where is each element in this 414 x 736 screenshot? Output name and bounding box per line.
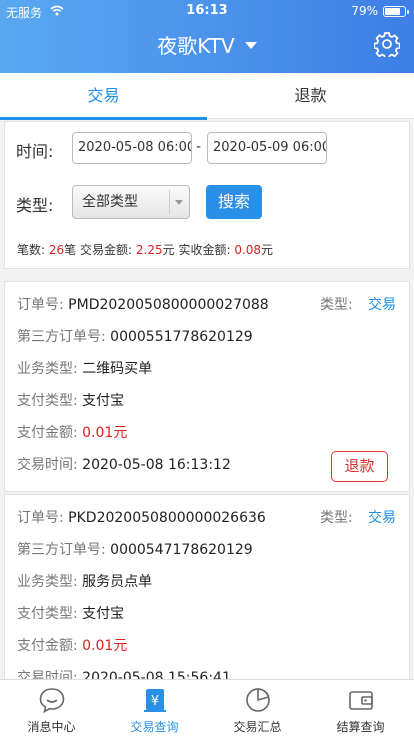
time-label: 时间: bbox=[16, 142, 54, 161]
received-value: 0.08 bbox=[234, 243, 262, 257]
biz-type-label: 业务类型: bbox=[17, 361, 78, 377]
store-selector[interactable]: 夜歌KTV bbox=[0, 30, 414, 59]
nav-trade-summary-label: 交易汇总 bbox=[233, 720, 282, 734]
third-party-row: 第三方订单号: 0000551778620129 bbox=[17, 326, 253, 346]
type-field-value: 交易 bbox=[368, 297, 396, 313]
type-select[interactable]: 全部类型 bbox=[72, 185, 190, 219]
nav-settlement-label: 结算查询 bbox=[336, 720, 385, 734]
third-party-row: 第三方订单号: 0000547178620129 bbox=[17, 539, 253, 559]
pay-type-row: 支付类型: 支付宝 bbox=[17, 390, 124, 410]
nav-trade-query-label: 交易查询 bbox=[130, 720, 179, 734]
type-field-label: 类型: bbox=[320, 510, 353, 526]
nav-trade-summary[interactable]: 交易汇总 bbox=[206, 680, 309, 736]
pay-type-label: 支付类型: bbox=[17, 606, 78, 622]
time-separator: - bbox=[196, 139, 202, 155]
tab-trade[interactable]: 交易 bbox=[0, 73, 207, 120]
pie-chart-icon bbox=[246, 688, 270, 712]
tab-refund[interactable]: 退款 bbox=[207, 73, 414, 119]
received-unit: 元 bbox=[261, 243, 274, 257]
battery-percent: 79% bbox=[351, 4, 378, 18]
status-bar: 无服务 16:13 79% bbox=[0, 0, 414, 22]
count-unit: 笔 bbox=[64, 243, 77, 257]
amount-value: 2.25 bbox=[135, 243, 163, 257]
transaction-card[interactable]: 订单号: PKD2020050800000026636 类型: 交易 第三方订单… bbox=[4, 494, 410, 686]
biz-type-label: 业务类型: bbox=[17, 574, 78, 590]
transaction-card[interactable]: 订单号: PMD2020050800000027088 类型: 交易 第三方订单… bbox=[4, 281, 410, 492]
filter-panel: 时间: 2020-05-08 06:00 - 2020-05-09 06:00 … bbox=[4, 121, 410, 269]
nav-messages[interactable]: 消息中心 bbox=[0, 680, 103, 736]
biz-type-value: 二维码买单 bbox=[82, 361, 153, 377]
bottom-nav: 消息中心 ¥ 交易查询 交易汇总 结算查询 bbox=[0, 679, 414, 736]
chat-bubble-icon bbox=[39, 688, 65, 714]
battery-level-fill bbox=[385, 8, 400, 15]
third-party-label: 第三方订单号: bbox=[17, 329, 106, 345]
pay-amount-row: 支付金额: 0.01元 bbox=[17, 422, 127, 442]
tab-bar: 交易 退款 bbox=[0, 73, 414, 120]
end-time-field[interactable]: 2020-05-09 06:00 bbox=[207, 132, 327, 164]
dropdown-caret-icon[interactable] bbox=[244, 42, 257, 49]
header-bar: 无服务 16:13 79% 夜歌KTV bbox=[0, 0, 414, 73]
trade-time-label: 交易时间: bbox=[17, 457, 78, 473]
pay-amount-row: 支付金额: 0.01元 bbox=[17, 635, 127, 655]
nav-trade-query[interactable]: ¥ 交易查询 bbox=[103, 680, 206, 736]
type-field-value: 交易 bbox=[368, 510, 396, 526]
biz-type-value: 服务员点单 bbox=[82, 574, 153, 590]
third-party-value: 0000547178620129 bbox=[110, 542, 253, 558]
nav-messages-label: 消息中心 bbox=[27, 720, 76, 734]
store-title[interactable]: 夜歌KTV bbox=[157, 34, 234, 58]
type-select-value: 全部类型 bbox=[82, 194, 138, 210]
trade-time-value: 2020-05-08 16:13:12 bbox=[82, 457, 231, 473]
third-party-label: 第三方订单号: bbox=[17, 542, 106, 558]
pay-type-row: 支付类型: 支付宝 bbox=[17, 603, 124, 623]
received-label: 实收金额: bbox=[178, 243, 231, 257]
gear-icon[interactable] bbox=[374, 31, 400, 57]
pay-amount-label: 支付金额: bbox=[17, 638, 78, 654]
third-party-value: 0000551778620129 bbox=[110, 329, 253, 345]
amount-unit: 元 bbox=[162, 243, 175, 257]
type-field-label: 类型: bbox=[320, 297, 353, 313]
count-label: 笔数: bbox=[17, 243, 46, 257]
order-no-value: PKD2020050800000026636 bbox=[68, 510, 266, 526]
pay-amount-value: 0.01元 bbox=[82, 425, 128, 441]
order-no-row: 订单号: PMD2020050800000027088 bbox=[17, 294, 269, 314]
svg-text:¥: ¥ bbox=[151, 694, 159, 709]
search-button[interactable]: 搜索 bbox=[206, 185, 262, 219]
order-no-row: 订单号: PKD2020050800000026636 bbox=[17, 507, 266, 527]
biz-type-row: 业务类型: 服务员点单 bbox=[17, 571, 152, 591]
summary-line: 笔数: 26笔 交易金额: 2.25元 实收金额: 0.08元 bbox=[17, 241, 273, 258]
start-time-field[interactable]: 2020-05-08 06:00 bbox=[72, 132, 192, 164]
biz-type-row: 业务类型: 二维码买单 bbox=[17, 358, 152, 378]
order-no-label: 订单号: bbox=[17, 510, 64, 526]
pay-amount-label: 支付金额: bbox=[17, 425, 78, 441]
count-value: 26 bbox=[48, 243, 65, 257]
pay-type-value: 支付宝 bbox=[82, 393, 125, 409]
chevron-down-icon bbox=[175, 200, 183, 205]
pay-type-value: 支付宝 bbox=[82, 606, 125, 622]
yen-card-icon: ¥ bbox=[144, 689, 166, 712]
order-no-label: 订单号: bbox=[17, 297, 64, 313]
nav-settlement[interactable]: 结算查询 bbox=[309, 680, 412, 736]
amount-label: 交易金额: bbox=[80, 243, 133, 257]
order-no-value: PMD2020050800000027088 bbox=[68, 297, 269, 313]
refund-button[interactable]: 退款 bbox=[331, 451, 388, 482]
battery-icon bbox=[383, 6, 409, 17]
trade-time-row: 交易时间: 2020-05-08 16:13:12 bbox=[17, 454, 231, 474]
pay-type-label: 支付类型: bbox=[17, 393, 78, 409]
pay-amount-value: 0.01元 bbox=[82, 638, 128, 654]
type-label: 类型: bbox=[16, 196, 54, 215]
wallet-icon bbox=[349, 691, 373, 710]
select-divider bbox=[169, 190, 170, 214]
